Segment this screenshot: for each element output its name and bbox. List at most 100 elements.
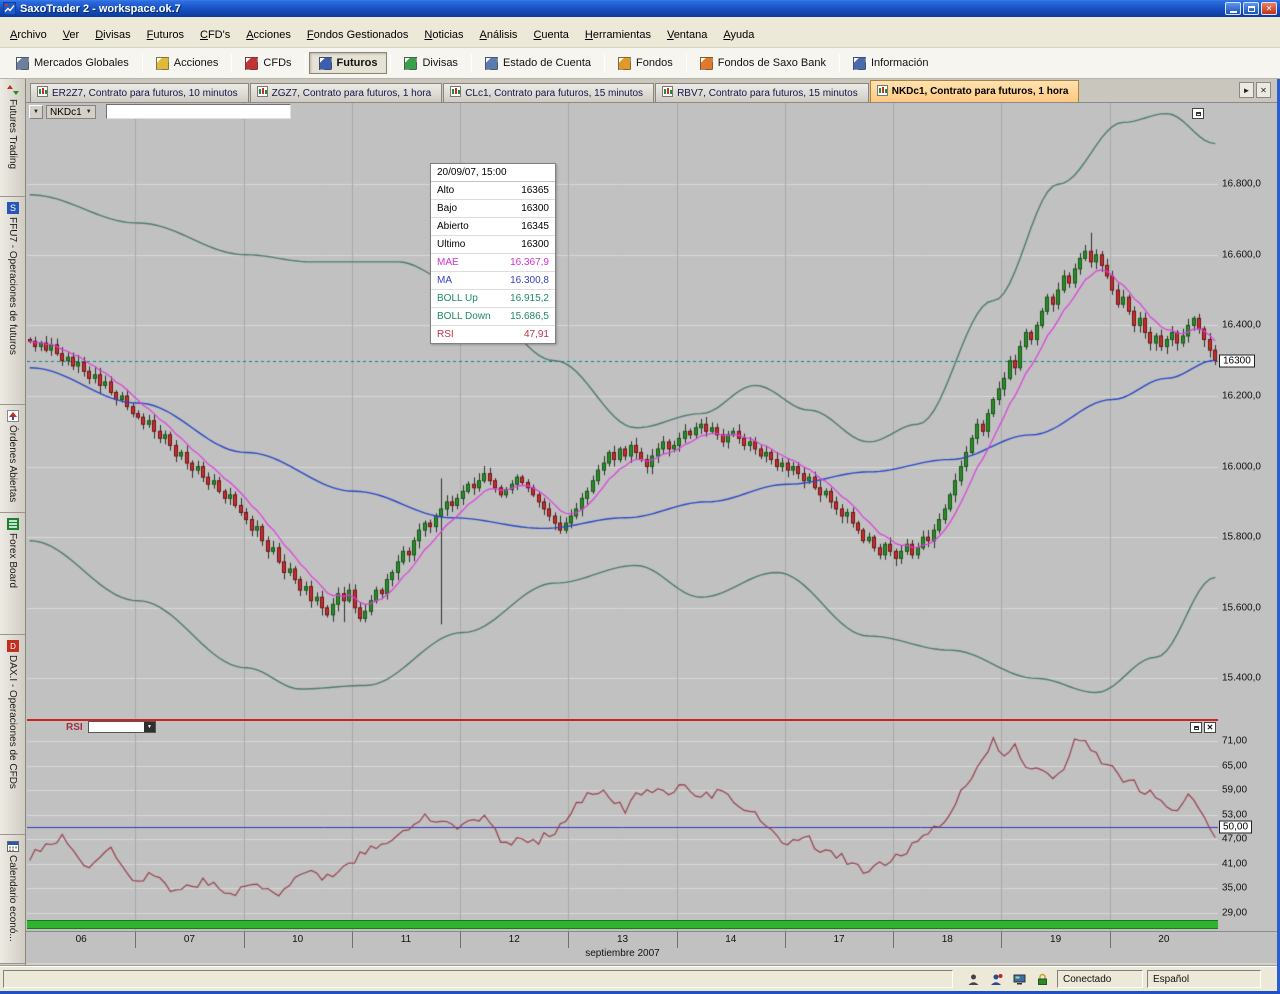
menu-item-ver[interactable]: Ver — [55, 26, 88, 44]
maximize-button[interactable] — [1243, 2, 1259, 15]
date-label-19: 19 — [1050, 934, 1061, 945]
tooltip-row-label: RSI — [437, 329, 454, 340]
menu-item-an-lisis[interactable]: Análisis — [472, 26, 526, 44]
menu-item-archivo[interactable]: Archivo — [2, 26, 55, 44]
status-message-panel — [3, 970, 953, 988]
user-icon[interactable] — [962, 971, 984, 988]
sidebar-panel-calendario-econ[interactable]: Calendario econó... — [0, 835, 25, 964]
toolbar-button-cfds[interactable]: CFDs — [235, 52, 301, 74]
chart-tab-label: CLc1, Contrato para futuros, 15 minutos — [465, 88, 643, 99]
menu-item-label: D — [95, 29, 103, 41]
chart-tab-clc1[interactable]: CLc1, Contrato para futuros, 15 minutos — [443, 83, 654, 102]
chart-search-input[interactable] — [106, 104, 291, 119]
sidebar-panel-label: FFU7 - Operaciones de futuros — [7, 217, 18, 355]
tooltip-row-value: 16.300,8 — [510, 275, 549, 286]
minimize-button[interactable] — [1225, 2, 1241, 15]
tooltip-row-label: BOLL Down — [437, 311, 491, 322]
menu-bar: ArchivoVerDivisasFuturosCFD'sAccionesFon… — [0, 17, 1280, 48]
rsi-mid-level-label: 50,00 — [1219, 821, 1252, 834]
stocks-icon — [156, 57, 169, 70]
date-tick — [677, 932, 678, 948]
price-axis-label: 16.400,0 — [1222, 320, 1261, 331]
toolbar-button-acciones[interactable]: Acciones — [146, 52, 229, 74]
date-tick — [244, 932, 245, 948]
date-label-13: 13 — [617, 934, 628, 945]
menu-item-noticias[interactable]: Noticias — [416, 26, 471, 44]
main-pane-restore-icon[interactable] — [1192, 108, 1204, 119]
toolbar-button-fondos[interactable]: Fondos — [608, 52, 683, 74]
menu-item-divisas[interactable]: Divisas — [87, 26, 138, 44]
chart-tab-label: RBV7, Contrato para futuros, 15 minutos — [677, 88, 858, 99]
main-chart-canvas[interactable] — [27, 103, 1218, 719]
toolbar-button-futuros[interactable]: Futuros — [309, 52, 388, 74]
user-alt-icon[interactable] — [985, 971, 1007, 988]
symbol-combo[interactable]: NKDc1 ▼ — [46, 105, 96, 119]
sidebar-panel-rdenes-abiertas[interactable]: Órdenes Abiertas — [0, 405, 25, 513]
sidebar-panel-ffu7-operaciones-de-futuros[interactable]: SFFU7 - Operaciones de futuros — [0, 197, 25, 405]
toolbar-separator — [390, 54, 391, 73]
date-tick — [568, 932, 569, 948]
rsi-settings-combo[interactable]: ▼ — [88, 721, 156, 733]
sidebar-panel-dax-i-operaciones-de-cfds[interactable]: DDAX.I - Operaciones de CFDs — [0, 635, 25, 835]
menu-item-ventana[interactable]: Ventana — [659, 26, 715, 44]
rsi-pane-restore-icon[interactable] — [1190, 722, 1202, 733]
menu-item-cfd-s[interactable]: CFD's — [192, 26, 238, 44]
sidebar-panel-label: Futures Trading — [7, 99, 18, 169]
date-label-17: 17 — [833, 934, 844, 945]
chart-tab-label: NKDc1, Contrato para futuros, 1 hora — [892, 86, 1069, 97]
chart-tab-rbv7[interactable]: RBV7, Contrato para futuros, 15 minutos — [655, 83, 869, 102]
sidebar-panel-futures-trading[interactable]: Futures Trading — [0, 79, 25, 197]
toolbar-button-fondos-de-saxo-bank[interactable]: Fondos de Saxo Bank — [690, 52, 836, 74]
menu-item-label: H — [585, 29, 593, 41]
toolbar-button-label: Fondos de Saxo Bank — [718, 57, 826, 69]
rsi-indicator-label: RSI — [66, 722, 83, 733]
chart-tab-zgz7[interactable]: ZGZ7, Contrato para futuros, 1 hora — [250, 83, 443, 102]
terminal-icon[interactable] — [1008, 971, 1030, 988]
date-label-11: 11 — [401, 934, 411, 945]
toolbar-button-mercados-globales[interactable]: Mercados Globales — [6, 52, 139, 74]
toolbar-button-divisas[interactable]: Divisas — [394, 52, 467, 74]
tooltip-row-value: 47,91 — [524, 329, 549, 340]
price-axis-label: 15.600,0 — [1222, 602, 1261, 613]
cfds-icon — [245, 57, 258, 70]
toolbar-button-estado-de-cuenta[interactable]: Estado de Cuenta — [475, 52, 601, 74]
menu-item-futuros[interactable]: Futuros — [139, 26, 192, 44]
forex-icon — [404, 57, 417, 70]
date-label-20: 20 — [1158, 934, 1169, 945]
chart-tab-er2z7[interactable]: ER2Z7, Contrato para futuros, 10 minutos — [30, 83, 249, 102]
chart-menu-dropdown-button[interactable]: ▼ — [29, 105, 43, 119]
rsi-axis-label: 59,00 — [1222, 785, 1247, 796]
toolbar-button-informaci-n[interactable]: Información — [843, 52, 938, 74]
rsi-chart-canvas[interactable] — [27, 721, 1218, 931]
tooltip-row-label: Bajo — [437, 203, 457, 214]
menu-item-herramientas[interactable]: Herramientas — [577, 26, 659, 44]
rsi-pane-close-icon[interactable]: ✕ — [1204, 722, 1216, 733]
candle-data-tooltip: 20/09/07, 15:00 Alto16365Bajo16300Abiert… — [430, 163, 556, 344]
title-bar: SaxoTrader 2 - workspace.ok.7 ✕ — [0, 0, 1280, 17]
tab-scroll-button[interactable]: ► — [1239, 82, 1254, 98]
last-price-label: 16300 — [1219, 354, 1255, 367]
tooltip-row-label: MAE — [437, 257, 459, 268]
menu-item-label: A — [10, 29, 17, 41]
menu-item-label: A — [723, 29, 730, 41]
menu-item-ayuda[interactable]: Ayuda — [715, 26, 762, 44]
connection-status: Conectado — [1057, 970, 1143, 988]
chart-tab-nkdc1[interactable]: NKDc1, Contrato para futuros, 1 hora — [870, 80, 1080, 102]
lock-icon[interactable] — [1031, 971, 1053, 988]
close-button[interactable]: ✕ — [1261, 2, 1277, 15]
tooltip-row-value: 16365 — [521, 185, 549, 196]
menu-item-cuenta[interactable]: Cuenta — [525, 26, 576, 44]
toolbar-button-label: Acciones — [174, 57, 219, 69]
globe-icon — [16, 57, 29, 70]
menu-item-acciones[interactable]: Acciones — [238, 26, 299, 44]
rsi-axis-label: 53,00 — [1222, 809, 1247, 820]
sidebar-panel-label: DAX.I - Operaciones de CFDs — [7, 655, 18, 789]
chart-tab-bar: ER2Z7, Contrato para futuros, 10 minutos… — [26, 79, 1277, 102]
menu-item-fondos-gestionados[interactable]: Fondos Gestionados — [299, 26, 417, 44]
tab-close-button[interactable]: ✕ — [1256, 82, 1271, 98]
main-toolbar: Mercados Globales Acciones CFDs Futuros Divi… — [0, 48, 1280, 79]
chevron-down-icon: ▼ — [86, 109, 92, 115]
toolbar-separator — [231, 54, 232, 73]
price-axis-label: 16.800,0 — [1222, 179, 1261, 190]
sidebar-panel-forex-board[interactable]: Forex Board — [0, 513, 25, 635]
